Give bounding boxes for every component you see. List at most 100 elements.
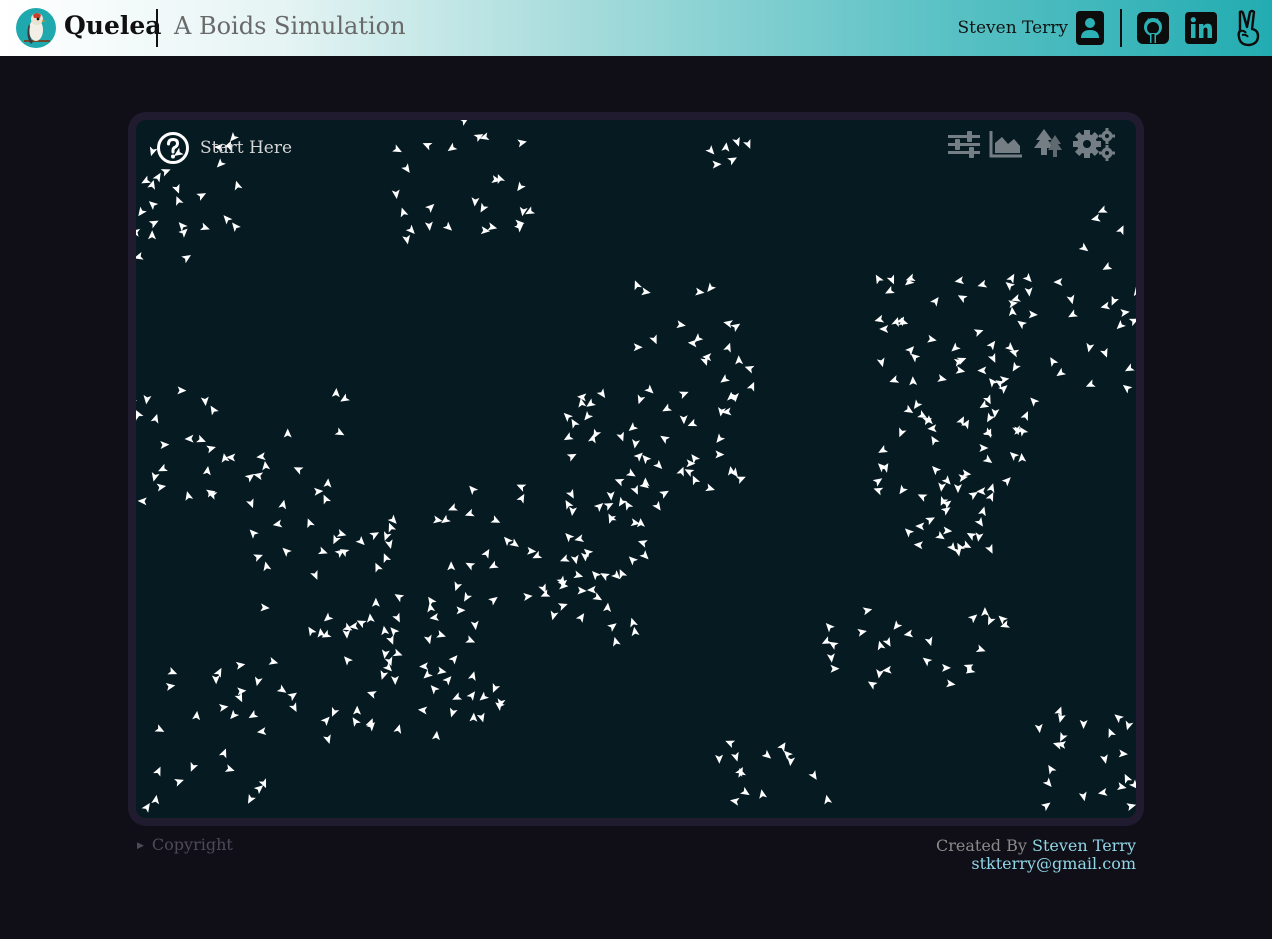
email-link[interactable]: stkterry@gmail.com: [971, 854, 1136, 873]
bird-logo-icon[interactable]: [16, 8, 56, 48]
boid: [235, 661, 246, 670]
boid: [1116, 782, 1127, 790]
copyright-toggle[interactable]: ▶ Copyright: [137, 835, 233, 854]
boid: [253, 472, 264, 481]
boid: [1124, 773, 1133, 784]
boid: [283, 428, 292, 438]
boid: [256, 452, 266, 461]
peace-hand-icon[interactable]: [1231, 9, 1265, 47]
boid: [244, 473, 255, 483]
boid: [352, 717, 361, 727]
boid: [574, 534, 585, 542]
boid: [488, 560, 499, 569]
github-icon[interactable]: [1136, 9, 1170, 47]
boid: [442, 221, 453, 231]
boid: [1091, 213, 1101, 222]
boid: [470, 620, 479, 631]
boid: [1114, 714, 1124, 724]
simulation-canvas[interactable]: Start Here: [136, 120, 1136, 818]
boid: [234, 692, 243, 703]
start-here-label: Start Here: [200, 138, 293, 158]
boid: [1079, 719, 1088, 729]
boid: [630, 617, 638, 628]
boid: [342, 629, 351, 639]
boid: [886, 274, 895, 285]
linkedin-icon[interactable]: [1184, 9, 1218, 47]
boid: [857, 628, 867, 637]
boid: [927, 334, 937, 343]
boid: [310, 570, 318, 580]
boid: [649, 334, 657, 345]
boid: [1078, 242, 1089, 252]
boid: [317, 546, 328, 555]
boid: [469, 712, 478, 722]
boid: [603, 602, 612, 612]
boid: [913, 399, 923, 410]
sliders-icon[interactable]: [944, 124, 984, 164]
boid: [422, 142, 433, 151]
trees-icon[interactable]: [1028, 124, 1068, 164]
boid: [695, 287, 705, 296]
boid: [417, 706, 428, 715]
boid: [253, 554, 263, 562]
boid: [1024, 287, 1033, 297]
boid: [308, 626, 317, 637]
boid: [1100, 347, 1108, 358]
boid: [904, 528, 915, 538]
boid: [224, 764, 235, 772]
boid: [268, 657, 279, 665]
boid: [707, 282, 717, 292]
boid: [573, 570, 584, 579]
author-link[interactable]: Steven Terry: [1032, 836, 1136, 855]
boid: [392, 144, 402, 153]
boid: [469, 485, 479, 496]
boid: [151, 794, 160, 805]
boid: [612, 636, 621, 647]
boid: [1124, 363, 1135, 372]
boid: [425, 203, 435, 213]
boid: [490, 515, 501, 523]
boid: [334, 427, 345, 436]
boid: [150, 413, 159, 424]
boid: [516, 493, 525, 504]
boid: [481, 548, 490, 559]
boid: [431, 730, 440, 741]
boid: [392, 648, 403, 657]
boid: [1034, 723, 1043, 734]
boid: [263, 561, 272, 572]
start-here-button[interactable]: Start Here: [156, 131, 292, 165]
boid: [628, 556, 639, 566]
boid: [456, 606, 466, 615]
boid: [662, 403, 673, 412]
boid: [519, 206, 528, 217]
boid: [988, 615, 996, 626]
boid: [262, 460, 271, 471]
brand-title[interactable]: Quelea: [64, 11, 161, 40]
boid: [218, 748, 227, 759]
boid: [256, 727, 267, 736]
boid: [557, 603, 568, 611]
boid: [625, 500, 634, 511]
boid: [278, 499, 287, 510]
boid: [584, 410, 594, 421]
contact-card-icon[interactable]: [1073, 9, 1107, 47]
area-chart-icon[interactable]: [986, 124, 1026, 164]
boid: [955, 365, 966, 374]
boid: [430, 685, 440, 695]
boid: [384, 531, 392, 541]
app-header: Quelea A Boids Simulation Steven Terry: [0, 0, 1272, 56]
boid: [210, 405, 219, 416]
boid: [185, 491, 194, 501]
boid: [917, 494, 928, 502]
boid: [388, 522, 397, 533]
boid: [986, 483, 995, 493]
boid: [287, 692, 297, 702]
boid: [1122, 384, 1133, 394]
boid: [516, 484, 527, 492]
boid: [384, 539, 393, 550]
boid: [653, 459, 663, 470]
gears-icon[interactable]: [1070, 124, 1118, 164]
boid: [830, 664, 840, 673]
boid: [1116, 225, 1124, 236]
boid: [1048, 764, 1057, 775]
